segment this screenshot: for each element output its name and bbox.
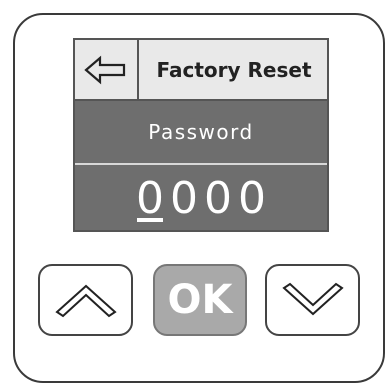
chevron-down-icon bbox=[281, 282, 344, 316]
ok-button[interactable]: OK bbox=[153, 264, 247, 336]
screen-title: Factory Reset bbox=[156, 57, 312, 82]
screen-header: Factory Reset bbox=[75, 40, 327, 101]
back-arrow-icon bbox=[84, 55, 126, 84]
password-label: Password bbox=[148, 120, 254, 144]
password-digit-3[interactable]: 0 bbox=[201, 173, 235, 224]
lcd-screen: Factory Reset Password 0 0 0 0 bbox=[73, 38, 329, 232]
down-button[interactable] bbox=[265, 264, 360, 336]
up-button[interactable] bbox=[38, 264, 133, 336]
password-digit-1[interactable]: 0 bbox=[133, 173, 167, 224]
password-value[interactable]: 0 0 0 0 bbox=[75, 165, 327, 230]
chevron-up-icon bbox=[54, 284, 117, 318]
password-digit-4[interactable]: 0 bbox=[235, 173, 269, 224]
password-digit-2[interactable]: 0 bbox=[167, 173, 201, 224]
back-button[interactable] bbox=[75, 40, 139, 99]
